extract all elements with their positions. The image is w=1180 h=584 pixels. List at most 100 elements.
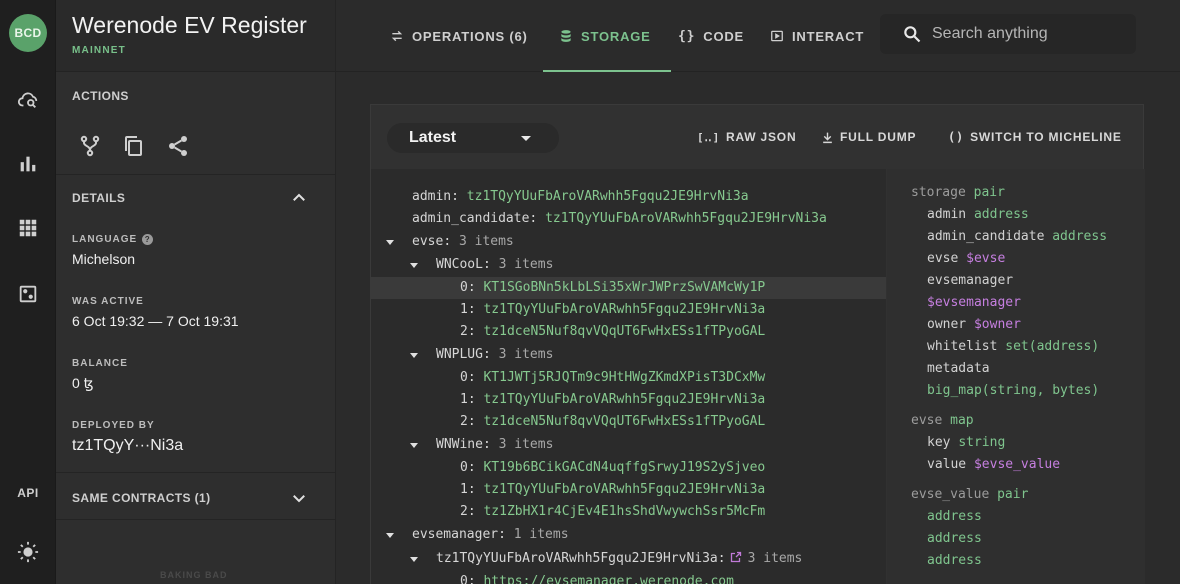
- type-row: evse map: [911, 413, 974, 428]
- grid-apps-icon[interactable]: [16, 216, 40, 240]
- network-badge: MAINNET: [72, 45, 126, 56]
- type-row: $evsemanager: [927, 295, 1021, 310]
- copy-icon[interactable]: [121, 134, 145, 158]
- side-header: Werenode EV Register MAINNET: [56, 0, 335, 72]
- tree-row: 2: tz1dceN5Nuf8qvVQqUT6FwHxESs1fTPyoGAL: [460, 324, 766, 339]
- tree-row: 0: KT1JWTj5RJQTm9c9HtHWgZKmdXPisT3DCxMw: [460, 370, 766, 385]
- tree-row: admin: tz1TQyYUuFbAroVARwhh5Fgqu2JE9HrvN…: [412, 189, 749, 204]
- type-row: evse_value pair: [911, 487, 1029, 502]
- type-row: evse $evse: [927, 251, 1006, 266]
- type-row: address: [927, 509, 982, 524]
- tree-row: 1: tz1TQyYUuFbAroVARwhh5Fgqu2JE9HrvNi3a: [460, 392, 766, 407]
- actions-section: ACTIONS: [56, 72, 335, 175]
- type-row: address: [927, 531, 982, 546]
- help-icon[interactable]: ?: [142, 234, 154, 245]
- type-row: value $evse_value: [927, 457, 1061, 472]
- tree-node-wncool[interactable]: WNCooL: 3 items: [371, 254, 886, 276]
- full-dump-button[interactable]: FULL DUMP: [821, 130, 916, 144]
- same-contracts-toggle[interactable]: SAME CONTRACTS (1): [56, 472, 336, 520]
- play-box-icon: [771, 30, 783, 42]
- contract-title: Werenode EV Register: [72, 12, 307, 38]
- tree-row: 0: KT19b6BCikGACdN4uqffgSrwyJ19S2ySjveo: [460, 460, 766, 475]
- footer-note: BAKING BAD: [160, 570, 228, 580]
- balance-field: BALANCE 0 ꜩ: [72, 358, 128, 392]
- type-row: admin_candidate address: [927, 229, 1108, 244]
- tree-row: admin_candidate: tz1TQyYUuFbAroVARwhh5Fg…: [412, 211, 827, 226]
- tree-node-wnwine[interactable]: WNWine: 3 items: [371, 434, 886, 456]
- storage-toolbar: Latest [‥] RAW JSON FULL DUMP () SWITCH …: [371, 105, 1143, 169]
- type-row: owner $owner: [927, 317, 1021, 332]
- type-row: address: [927, 553, 982, 568]
- tree-node-wnplug[interactable]: WNPLUG: 3 items: [371, 344, 886, 366]
- expand-arrow-icon: [386, 533, 394, 538]
- deployed-by-address[interactable]: tz1TQyY···Ni3a: [72, 437, 183, 455]
- balance-label: BALANCE: [72, 358, 128, 369]
- contract-side-panel: Werenode EV Register MAINNET ACTIONS DET…: [56, 0, 336, 584]
- expand-arrow-icon: [410, 353, 418, 358]
- type-row: storage pair: [911, 185, 1005, 200]
- bar-chart-icon[interactable]: [16, 152, 40, 176]
- switch-micheline-button[interactable]: () SWITCH TO MICHELINE: [948, 130, 1122, 144]
- tab-storage[interactable]: STORAGE: [543, 0, 671, 72]
- api-link[interactable]: API: [13, 486, 43, 500]
- expand-arrow-icon: [410, 443, 418, 448]
- type-row: admin address: [927, 207, 1029, 222]
- cloud-search-icon[interactable]: [16, 88, 40, 112]
- same-contracts-label: SAME CONTRACTS (1): [72, 491, 211, 505]
- fork-icon[interactable]: [78, 134, 102, 158]
- tree-row: 0: KT1SGoBNn5kLbLSi35xWrJWPrzSwVAMcWy1P: [371, 277, 886, 299]
- type-row: key string: [927, 435, 1006, 450]
- storage-type-panel: storage pair admin address admin_candida…: [887, 169, 1145, 584]
- tree-row: 2: tz1ZbHX1r4CjEv4E1hsShdVwywchSsr5McFm: [460, 504, 766, 519]
- expand-arrow-icon: [410, 263, 418, 268]
- parens-icon: (): [948, 130, 965, 144]
- storage-level-select[interactable]: Latest: [387, 123, 559, 153]
- tree-row: 1: tz1TQyYUuFbAroVARwhh5Fgqu2JE9HrvNi3a: [460, 302, 766, 317]
- expand-arrow-icon: [386, 240, 394, 245]
- was-active-value: 6 Oct 19:32 — 7 Oct 19:31: [72, 313, 239, 329]
- details-label: DETAILS: [72, 191, 126, 205]
- tab-interact[interactable]: INTERACT: [754, 0, 880, 72]
- app: BCD API Werenode EV Register MAINNET ACT…: [0, 0, 1180, 584]
- json-icon: [‥]: [697, 130, 720, 144]
- chevron-up-icon: [290, 189, 308, 207]
- share-icon[interactable]: [166, 134, 190, 158]
- language-value: Michelson: [72, 251, 136, 267]
- bcd-logo[interactable]: BCD: [9, 14, 47, 52]
- tree-row: 2: tz1dceN5Nuf8qvVQqUT6FwHxESs1fTPyoGAL: [460, 414, 766, 429]
- dice-icon[interactable]: [16, 282, 40, 306]
- tree-node-evsemanager[interactable]: evsemanager: 1 items: [371, 524, 886, 546]
- chevron-down-icon: [290, 489, 308, 507]
- language-label: LANGUAGE: [72, 234, 138, 245]
- caret-down-icon: [521, 136, 531, 141]
- tab-operations[interactable]: OPERATIONS (6): [374, 0, 544, 72]
- storage-tree: admin: tz1TQyYUuFbAroVARwhh5Fgqu2JE9HrvN…: [371, 169, 886, 584]
- search-box: [880, 14, 1136, 54]
- search-icon: [904, 26, 921, 43]
- top-navigation: OPERATIONS (6) STORAGE {} CODE INTERACT: [336, 0, 1180, 72]
- download-icon: [823, 132, 832, 143]
- storage-card: Latest [‥] RAW JSON FULL DUMP () SWITCH …: [370, 104, 1145, 584]
- actions-label: ACTIONS: [72, 89, 129, 103]
- deployed-by-label: DEPLOYED BY: [72, 420, 155, 431]
- deployed-by-field: DEPLOYED BY tz1TQyY···Ni3a: [72, 420, 183, 455]
- search-input[interactable]: [932, 25, 1122, 43]
- was-active-field: WAS ACTIVE 6 Oct 19:32 — 7 Oct 19:31: [72, 296, 239, 329]
- balance-value: 0 ꜩ: [72, 375, 94, 391]
- type-row: metadata: [927, 361, 990, 376]
- expand-arrow-icon: [410, 557, 418, 562]
- tab-code[interactable]: {} CODE: [662, 0, 760, 72]
- language-field: LANGUAGE? Michelson: [72, 234, 154, 267]
- open-external-icon[interactable]: [730, 551, 742, 563]
- raw-json-button[interactable]: [‥] RAW JSON: [697, 130, 796, 144]
- braces-icon: {}: [678, 28, 696, 44]
- theme-sun-icon[interactable]: [16, 540, 40, 564]
- was-active-label: WAS ACTIVE: [72, 296, 144, 307]
- tree-row: 1: tz1TQyYUuFbAroVARwhh5Fgqu2JE9HrvNi3a: [460, 482, 766, 497]
- tree-node-manager-address[interactable]: tz1TQyYUuFbAroVARwhh5Fgqu2JE9HrvNi3a: 3 i…: [371, 548, 886, 570]
- tree-node-evse[interactable]: evse: 3 items: [371, 231, 886, 253]
- tree-row: 0: https://evsemanager.werenode.com: [460, 574, 734, 584]
- left-rail: BCD API: [0, 0, 56, 584]
- type-row: evsemanager: [927, 273, 1014, 288]
- details-toggle[interactable]: DETAILS: [56, 176, 336, 220]
